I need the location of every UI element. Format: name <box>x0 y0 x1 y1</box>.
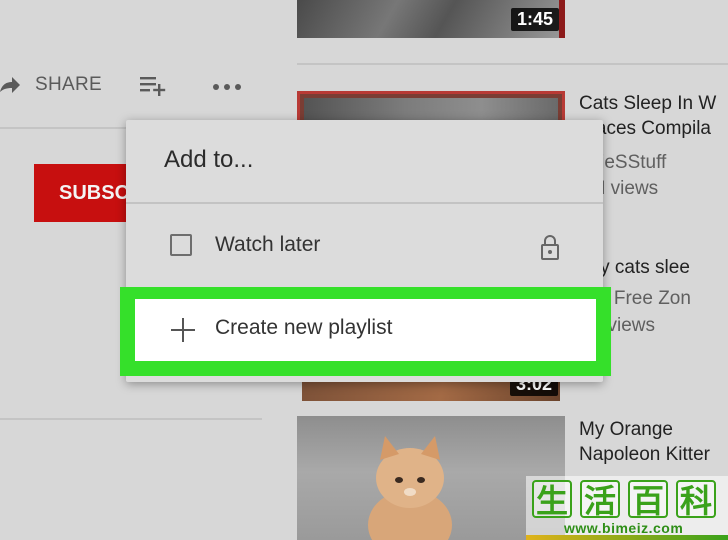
thumbnail-edge <box>559 0 565 38</box>
watermark: 生 活 百 科 www.bimeiz.com <box>526 476 728 540</box>
divider <box>297 63 728 65</box>
share-arrow-icon[interactable] <box>0 74 20 96</box>
create-playlist-highlight: Create new playlist <box>120 287 611 376</box>
watch-later-checkbox[interactable] <box>170 234 192 256</box>
subscribe-label: SUBSCRIBE <box>59 182 132 204</box>
watermark-char: 科 <box>676 480 716 520</box>
watermark-char: 生 <box>532 480 572 520</box>
dialog-divider <box>126 202 603 204</box>
watermark-bar <box>526 535 728 540</box>
divider <box>0 418 262 420</box>
dialog-title: Add to... <box>164 146 254 173</box>
watermark-url: www.bimeiz.com <box>564 520 684 536</box>
related-title-line[interactable]: My Orange <box>579 417 673 442</box>
create-new-playlist-label: Create new playlist <box>215 316 393 339</box>
subscribe-button[interactable]: SUBSCRIBE <box>34 164 132 222</box>
video-thumbnail-top[interactable]: 1:45 <box>297 0 565 38</box>
plus-icon <box>171 318 195 342</box>
more-horizontal-icon[interactable] <box>212 80 244 94</box>
share-button[interactable]: SHARE <box>35 74 102 96</box>
related-title-line[interactable]: Cats Sleep In W <box>579 91 716 116</box>
watch-later-label[interactable]: Watch later <box>215 233 320 257</box>
lock-icon <box>541 235 559 260</box>
create-new-playlist-button[interactable]: Create new playlist <box>135 299 596 361</box>
playlist-add-icon[interactable] <box>140 75 168 97</box>
related-title-line[interactable]: Napoleon Kitter <box>579 442 710 467</box>
watermark-char: 百 <box>628 480 668 520</box>
video-thumbnail-3[interactable] <box>297 416 565 540</box>
watermark-char: 活 <box>580 480 620 520</box>
video-duration: 1:45 <box>510 8 559 31</box>
kitten-image <box>368 436 452 540</box>
